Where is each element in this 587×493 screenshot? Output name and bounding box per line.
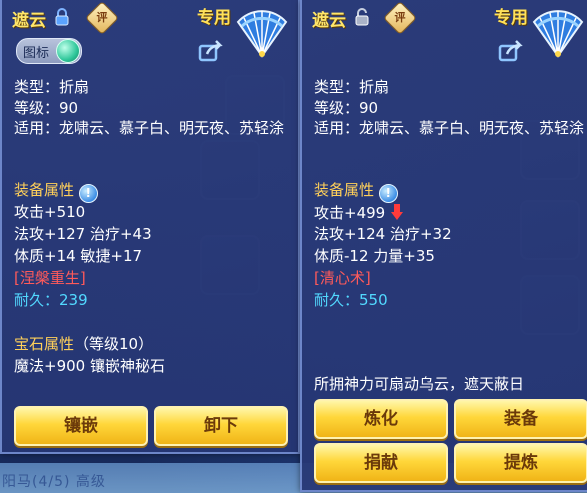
eval-badge-icon[interactable]: 评 xyxy=(85,1,119,35)
refine-button[interactable]: 炼化 xyxy=(314,399,448,439)
level-line: 等级：90 xyxy=(314,99,379,117)
attr-line: 攻击+510 xyxy=(14,203,86,221)
durability: 耐久：239 xyxy=(14,291,88,310)
attr-line: 体质+14 敏捷+17 xyxy=(14,247,143,265)
usable-line: 适用：龙啸云、慕子白、明无夜、苏轻涂 xyxy=(314,119,585,137)
fan-item-icon[interactable] xyxy=(530,4,586,60)
toggle-knob xyxy=(56,39,80,63)
icon-toggle[interactable]: 图标 xyxy=(16,38,82,64)
bg-bottom-text: 阳马(4/5) 高级 xyxy=(2,474,106,490)
special-effect: [涅槃重生] xyxy=(14,269,86,287)
inlay-button[interactable]: 镶嵌 xyxy=(14,406,148,446)
compare-item-panel: 遮云 评 专用 类型：折扇 等级：90 适用：龙啸云、慕子白、明无夜、苏轻涂 装… xyxy=(300,0,587,492)
type-line: 类型：折扇 xyxy=(14,78,90,96)
donate-button[interactable]: 捐献 xyxy=(314,443,448,483)
durability-label: 耐久： xyxy=(314,291,360,309)
gem-line: 魔法+900 镶嵌神秘石 xyxy=(14,357,165,375)
eval-badge-icon[interactable]: 评 xyxy=(383,1,417,35)
equipped-item-panel: 遮云 评 专用 图标 类型：折扇 等级：90 适用：龙啸云、慕子白、明无夜、苏轻… xyxy=(0,0,300,454)
gem-level: （等级10） xyxy=(74,335,154,353)
type-line: 类型：折扇 xyxy=(314,78,390,96)
item-title: 遮云 xyxy=(12,11,46,31)
special-effect: [清心术] xyxy=(314,269,371,287)
attr-line: 法攻+127 治疗+43 xyxy=(14,225,152,243)
attr-header: 装备属性 ! xyxy=(314,181,398,203)
item-title: 遮云 xyxy=(312,11,346,31)
usable-line: 适用：龙啸云、慕子白、明无夜、苏轻涂 xyxy=(14,119,285,137)
gem-header-text: 宝石属性 xyxy=(14,335,75,353)
lock-icon[interactable] xyxy=(55,8,69,26)
attr-header: 装备属性 ! xyxy=(14,181,98,203)
down-arrow-icon xyxy=(390,204,403,220)
unequip-button[interactable]: 卸下 xyxy=(154,406,288,446)
attr-line: 攻击+499 xyxy=(314,203,404,223)
durability-value: 239 xyxy=(59,291,88,309)
durability-label: 耐久： xyxy=(14,291,60,309)
durability-value: 550 xyxy=(359,291,388,309)
info-icon[interactable]: ! xyxy=(378,184,398,203)
attr-header-text: 装备属性 xyxy=(14,181,75,199)
attr-line-text: 攻击+499 xyxy=(314,204,386,222)
exclusive-label: 专用 xyxy=(494,8,528,28)
attr-line: 体质-12 力量+35 xyxy=(314,247,435,265)
attr-line: 法攻+124 治疗+32 xyxy=(314,225,452,243)
extract-button[interactable]: 提炼 xyxy=(454,443,587,483)
attr-header-text: 装备属性 xyxy=(314,181,375,199)
unlock-icon[interactable] xyxy=(355,8,369,26)
equip-button[interactable]: 装备 xyxy=(454,399,587,439)
gem-header: 宝石属性（等级10） xyxy=(14,335,153,354)
item-description: 所拥神力可扇动乌云，遮天蔽日 xyxy=(314,375,525,393)
toggle-label: 图标 xyxy=(23,46,50,61)
exclusive-label: 专用 xyxy=(197,8,231,28)
durability: 耐久：550 xyxy=(314,291,388,310)
level-line: 等级：90 xyxy=(14,99,79,117)
fan-item-icon[interactable] xyxy=(234,4,290,60)
share-icon[interactable] xyxy=(198,40,224,62)
info-icon[interactable]: ! xyxy=(78,184,98,203)
share-icon[interactable] xyxy=(498,40,524,62)
